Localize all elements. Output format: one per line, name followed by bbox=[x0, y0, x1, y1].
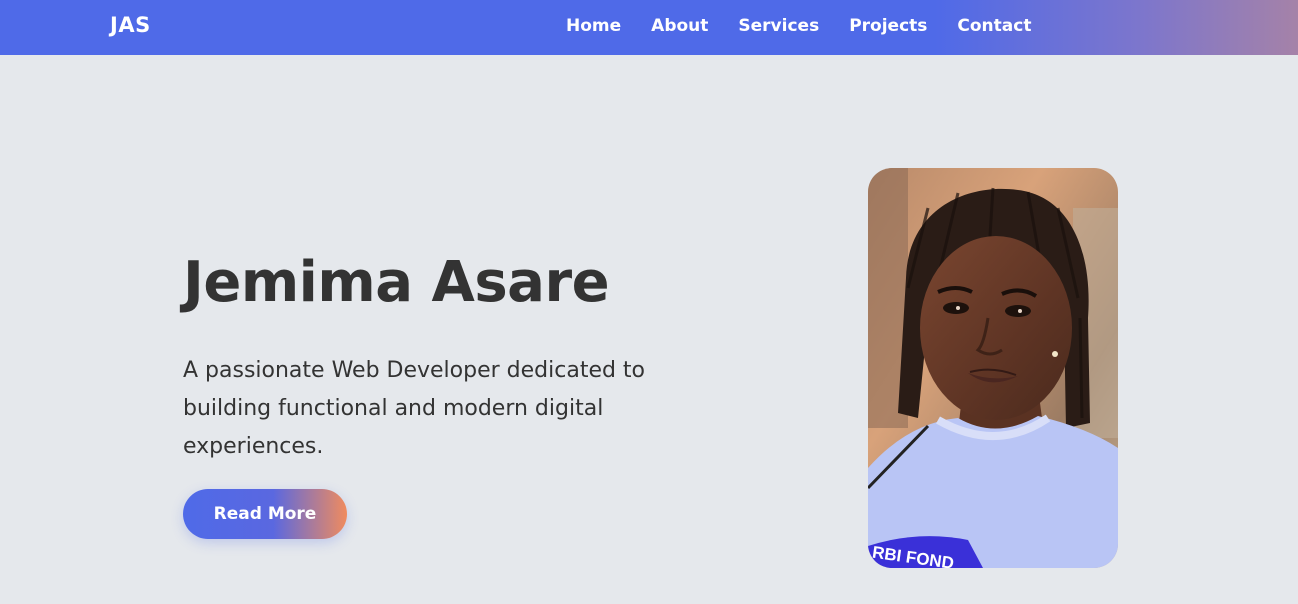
nav-link-contact[interactable]: Contact bbox=[957, 16, 1031, 36]
nav-links: Home About Services Projects Contact bbox=[566, 16, 1061, 36]
read-more-button[interactable]: Read More bbox=[183, 489, 347, 539]
nav-item-projects: Projects bbox=[849, 16, 927, 36]
nav-link-home[interactable]: Home bbox=[566, 16, 621, 36]
profile-photo: RBI FOND bbox=[868, 168, 1118, 568]
navbar: JAS Home About Services Projects Contact bbox=[0, 0, 1298, 55]
portrait-illustration: RBI FOND bbox=[868, 168, 1118, 568]
nav-item-services: Services bbox=[738, 16, 819, 36]
nav-item-about: About bbox=[651, 16, 708, 36]
logo-link[interactable]: JAS bbox=[110, 13, 151, 37]
nav-link-projects[interactable]: Projects bbox=[849, 16, 927, 36]
nav-link-about[interactable]: About bbox=[651, 16, 708, 36]
nav-link-services[interactable]: Services bbox=[738, 16, 819, 36]
nav-item-contact: Contact bbox=[957, 16, 1031, 36]
hero-description: A passionate Web Developer dedicated to … bbox=[183, 358, 646, 459]
nav-item-home: Home bbox=[566, 16, 621, 36]
hero-name: Jemima Asare bbox=[183, 250, 610, 315]
